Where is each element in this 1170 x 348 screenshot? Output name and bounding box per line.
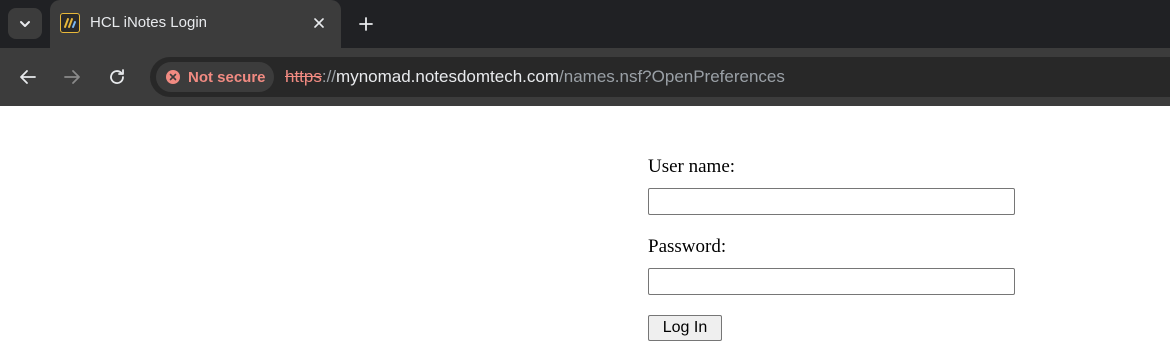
password-label: Password:	[648, 236, 727, 257]
security-indicator[interactable]: Not secure	[156, 62, 274, 92]
plus-icon	[359, 17, 373, 31]
address-bar[interactable]: Not secure https://mynomad.notesdomtech.…	[150, 57, 1170, 97]
username-label: User name:	[648, 156, 736, 177]
page-content: User name: Password: Log In	[0, 106, 1170, 348]
url-text[interactable]: https://mynomad.notesdomtech.com/names.n…	[285, 67, 785, 87]
url-separator: ://	[321, 67, 337, 86]
reload-icon	[110, 69, 124, 84]
url-path: /names.nsf?OpenPreferences	[559, 67, 785, 86]
arrow-right-icon	[64, 70, 80, 84]
username-input[interactable]	[648, 188, 1015, 215]
new-tab-button[interactable]	[353, 11, 379, 37]
password-input[interactable]	[648, 268, 1015, 295]
warning-x-icon	[166, 70, 180, 84]
login-button[interactable]: Log In	[648, 315, 722, 341]
hcl-notes-favicon-icon	[60, 13, 80, 33]
close-icon	[314, 18, 324, 28]
browser-tab[interactable]: HCL iNotes Login	[50, 0, 341, 48]
url-scheme: https	[285, 67, 322, 86]
tab-search-button[interactable]	[8, 8, 42, 39]
tab-strip: HCL iNotes Login	[0, 0, 1170, 48]
chevron-down-icon	[20, 20, 30, 27]
url-host: mynomad.notesdomtech.com	[336, 67, 560, 86]
security-label: Not secure	[188, 69, 266, 86]
arrow-left-icon	[20, 70, 36, 84]
reload-button[interactable]	[103, 63, 131, 91]
browser-toolbar: Not secure https://mynomad.notesdomtech.…	[0, 48, 1170, 106]
back-button[interactable]	[14, 63, 42, 91]
forward-button[interactable]	[58, 63, 86, 91]
tab-close-button[interactable]	[308, 12, 330, 34]
tab-title: HCL iNotes Login	[90, 14, 208, 31]
